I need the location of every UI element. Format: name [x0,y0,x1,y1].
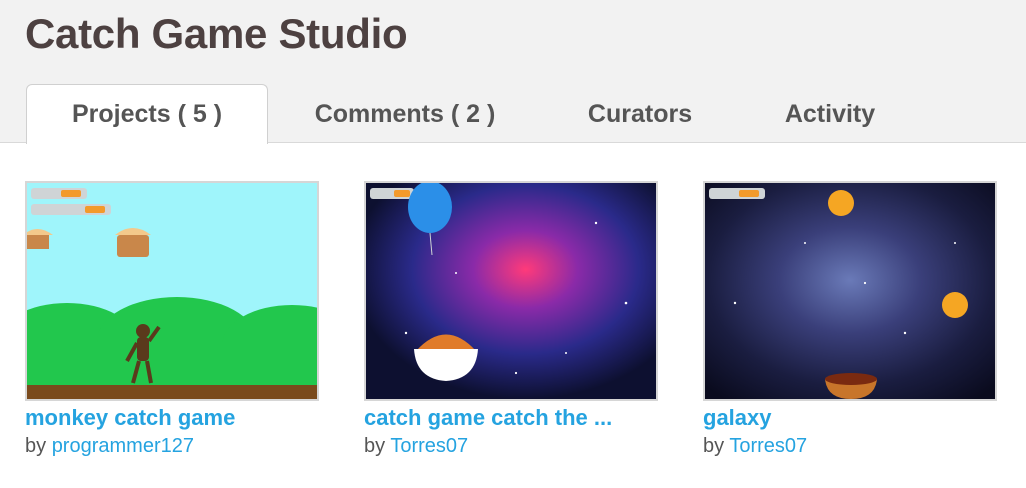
galaxy-thumbnail [705,183,995,399]
tab-bar: Projects ( 5 ) Comments ( 2 ) Curators A… [0,84,1026,144]
tab-projects[interactable]: Projects ( 5 ) [26,84,268,144]
project-byline: by Torres07 [703,435,999,458]
monkey-game-thumbnail [27,183,317,399]
author-link[interactable]: Torres07 [390,435,468,457]
tab-curators[interactable]: Curators [560,84,720,144]
project-thumbnail[interactable] [25,181,319,401]
author-link[interactable]: Torres07 [729,435,807,457]
project-card: monkey catch game by programmer127 [25,181,321,458]
project-byline: by Torres07 [364,435,660,458]
tab-comments[interactable]: Comments ( 2 ) [290,84,520,144]
project-byline: by programmer127 [25,435,321,458]
project-title-link[interactable]: galaxy [703,405,999,431]
project-thumbnail[interactable] [703,181,997,401]
project-thumbnail[interactable] [364,181,658,401]
project-card: catch game catch the ... by Torres07 [364,181,660,458]
page-title: Catch Game Studio [25,10,408,57]
tab-activity[interactable]: Activity [750,84,910,144]
project-card: galaxy by Torres07 [703,181,999,458]
project-title-link[interactable]: catch game catch the ... [364,405,660,431]
byline-prefix: by [364,435,386,457]
byline-prefix: by [703,435,725,457]
studio-header: Catch Game Studio Projects ( 5 ) Comment… [0,0,1026,144]
author-link[interactable]: programmer127 [52,435,194,457]
project-title-link[interactable]: monkey catch game [25,405,321,431]
space-balloon-thumbnail [366,183,656,399]
byline-prefix: by [25,435,47,457]
